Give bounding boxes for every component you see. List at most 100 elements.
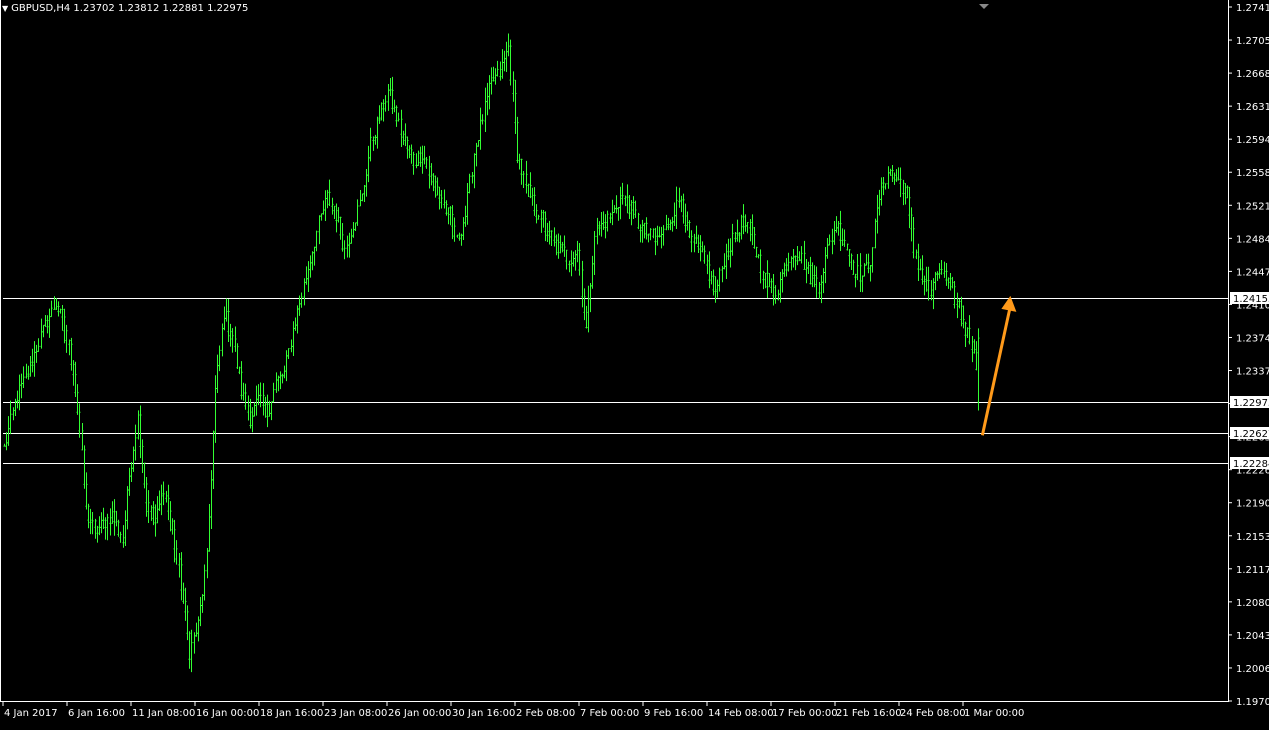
candle — [339, 216, 342, 240]
price-marker-label: 1.22627 — [1233, 429, 1269, 440]
candle — [406, 136, 409, 159]
candle — [522, 171, 525, 189]
candle — [359, 190, 362, 207]
candle — [742, 204, 745, 235]
candle — [637, 212, 640, 230]
candle — [33, 341, 36, 377]
candle — [673, 202, 676, 226]
candle — [938, 263, 941, 279]
y-tick-label: 1.25210 — [1236, 201, 1269, 212]
candle — [14, 398, 17, 416]
candle — [277, 375, 280, 392]
price-chart[interactable]: 1.27410 1.27050 1.26680 1.26310 1.25940 1.255… — [0, 0, 1269, 726]
candle — [889, 168, 892, 176]
candle — [223, 306, 226, 331]
candle — [402, 130, 405, 146]
candle — [803, 240, 806, 271]
candle — [156, 496, 159, 524]
candle — [639, 224, 642, 243]
candle — [154, 504, 157, 537]
candle — [509, 39, 512, 86]
candle — [818, 281, 821, 299]
candle — [343, 240, 346, 260]
candle — [119, 531, 122, 543]
candle — [462, 217, 465, 241]
candle — [831, 228, 834, 255]
candle — [503, 50, 506, 72]
candle — [275, 372, 278, 393]
candle — [613, 205, 616, 214]
candle — [203, 564, 206, 601]
candle — [322, 200, 325, 215]
candle — [384, 95, 387, 112]
candle — [193, 632, 196, 654]
candle — [759, 249, 762, 284]
candle — [124, 510, 127, 546]
candle — [456, 234, 459, 238]
y-tick-label: 1.21530 — [1236, 532, 1269, 543]
candle — [906, 185, 909, 199]
candle — [514, 79, 517, 134]
dropdown-triangle-icon[interactable]: ▼ — [2, 4, 8, 13]
candle — [48, 308, 51, 338]
candle — [369, 127, 372, 162]
candle — [109, 508, 112, 536]
chart-window[interactable]: 1.27410 1.27050 1.26680 1.26310 1.25940 1.255… — [0, 0, 1269, 726]
candle — [867, 253, 870, 274]
candle — [647, 233, 650, 243]
candle — [725, 243, 728, 279]
candle — [350, 228, 353, 244]
candle — [309, 255, 312, 278]
candle — [529, 172, 532, 199]
candle — [555, 234, 558, 256]
candle — [410, 144, 413, 164]
candle — [434, 175, 437, 198]
candle — [701, 241, 704, 253]
candle — [919, 258, 922, 271]
candle — [574, 250, 577, 271]
candle — [376, 116, 379, 149]
candle — [130, 462, 133, 482]
candle — [660, 226, 663, 249]
candle — [956, 292, 959, 319]
candle — [667, 217, 670, 231]
candle — [147, 490, 150, 524]
candle — [152, 501, 155, 526]
candle — [783, 262, 786, 277]
candle — [824, 246, 827, 284]
candle — [561, 241, 564, 253]
candle — [333, 205, 336, 219]
candle — [632, 196, 635, 219]
candle — [94, 518, 97, 539]
candle — [184, 587, 187, 621]
candle — [281, 373, 284, 384]
candle — [162, 481, 165, 506]
candle — [296, 305, 299, 334]
candle — [7, 416, 10, 446]
candle — [904, 183, 907, 205]
candle — [141, 439, 144, 474]
candle — [365, 169, 368, 197]
candle — [785, 258, 788, 277]
candle — [846, 243, 849, 251]
candle — [182, 582, 185, 604]
candle — [294, 317, 297, 331]
candles-layer — [3, 33, 980, 673]
candle — [794, 255, 797, 271]
candle — [425, 156, 428, 169]
x-tick-label: 1 Mar 00:00 — [964, 708, 1024, 719]
candle — [387, 83, 390, 111]
candle — [367, 145, 370, 183]
candle — [706, 254, 709, 275]
candle — [169, 501, 172, 532]
candle — [229, 323, 232, 347]
candle — [87, 503, 90, 529]
candle — [790, 256, 793, 271]
candle — [55, 298, 58, 311]
candle — [240, 361, 243, 400]
y-tick-label: 1.21170 — [1236, 565, 1269, 576]
candle — [479, 107, 482, 150]
candle — [861, 275, 864, 293]
candle — [813, 265, 816, 288]
x-tick-label: 17 Feb 00:00 — [772, 708, 838, 719]
